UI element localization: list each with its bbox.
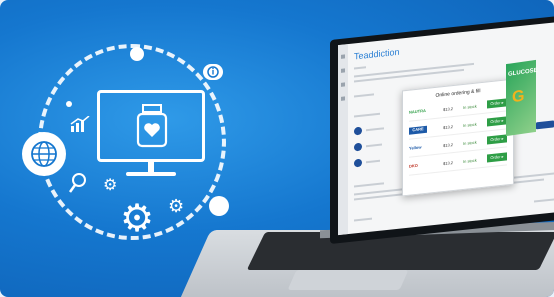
- gear-icon: ⚙: [168, 196, 185, 216]
- info-icon: [203, 64, 223, 80]
- order-button[interactable]: Order ▸: [487, 116, 507, 127]
- online-ordering-modal: Online ordering & fill NAUTRA $13.2 In s…: [402, 78, 514, 197]
- monitor-icon: [97, 90, 205, 162]
- product-brand-letter: G: [512, 87, 525, 107]
- gear-icon: ⚙: [103, 177, 118, 194]
- price-label: $13.2: [443, 106, 454, 113]
- stock-label: In stock: [463, 139, 477, 147]
- sidebar-item[interactable]: [341, 82, 345, 87]
- app-sidebar: [338, 44, 348, 236]
- status-dot-icon: [354, 158, 362, 168]
- order-button[interactable]: Order ▸: [487, 134, 507, 145]
- order-button[interactable]: Order ▸: [487, 152, 507, 163]
- status-dot-icon: [354, 142, 362, 152]
- pharmacy-logo: CARE: [409, 125, 427, 135]
- laptop-keyboard: [246, 232, 554, 270]
- monitor-stand: [148, 162, 154, 172]
- sidebar-item[interactable]: [341, 54, 345, 59]
- orbit-dot-left: [66, 101, 72, 107]
- product-label: GLUCOSE: [508, 67, 538, 78]
- chart-icon: [70, 115, 90, 132]
- sidebar-item[interactable]: [341, 68, 345, 73]
- stock-label: In stock: [463, 157, 477, 165]
- price-label: $13.2: [443, 142, 454, 149]
- text-line: [354, 66, 366, 70]
- pharmacy-logo: Yellow: [409, 144, 422, 151]
- laptop-touchpad: [287, 270, 409, 290]
- stock-label: In stock: [463, 121, 477, 129]
- text-line: [366, 127, 384, 132]
- text-line: [366, 159, 380, 164]
- price-label: $13.2: [443, 160, 454, 167]
- hero-banner: ⚙ ⚙ ⚙ Teaddiction Online ordering & fill…: [0, 0, 554, 297]
- pharmacy-logo: DKO: [409, 162, 418, 169]
- text-line: [354, 217, 372, 222]
- globe-icon: [22, 132, 66, 176]
- app-title: Teaddiction: [354, 46, 400, 62]
- price-label: $13.2: [443, 124, 454, 131]
- order-button[interactable]: Order ▸: [487, 98, 507, 109]
- monitor-base: [126, 172, 176, 176]
- text-line: [354, 112, 380, 118]
- sidebar-item[interactable]: [341, 96, 345, 101]
- text-line: [534, 198, 554, 203]
- medicine-jar-icon: [134, 103, 170, 149]
- status-dot-icon: [354, 126, 362, 136]
- text-line: [354, 182, 384, 188]
- text-line: [366, 143, 382, 148]
- search-icon: [68, 172, 88, 194]
- orbit-dot-top: [130, 47, 144, 61]
- gear-icon: ⚙: [120, 198, 155, 240]
- stock-label: In stock: [463, 103, 477, 111]
- text-line: [354, 93, 374, 98]
- action-button[interactable]: [536, 120, 554, 130]
- orbit-dot-right: [209, 196, 229, 216]
- product-box-image: GLUCOSE G: [506, 59, 538, 137]
- pharmacy-logo: NAUTRA: [409, 107, 426, 115]
